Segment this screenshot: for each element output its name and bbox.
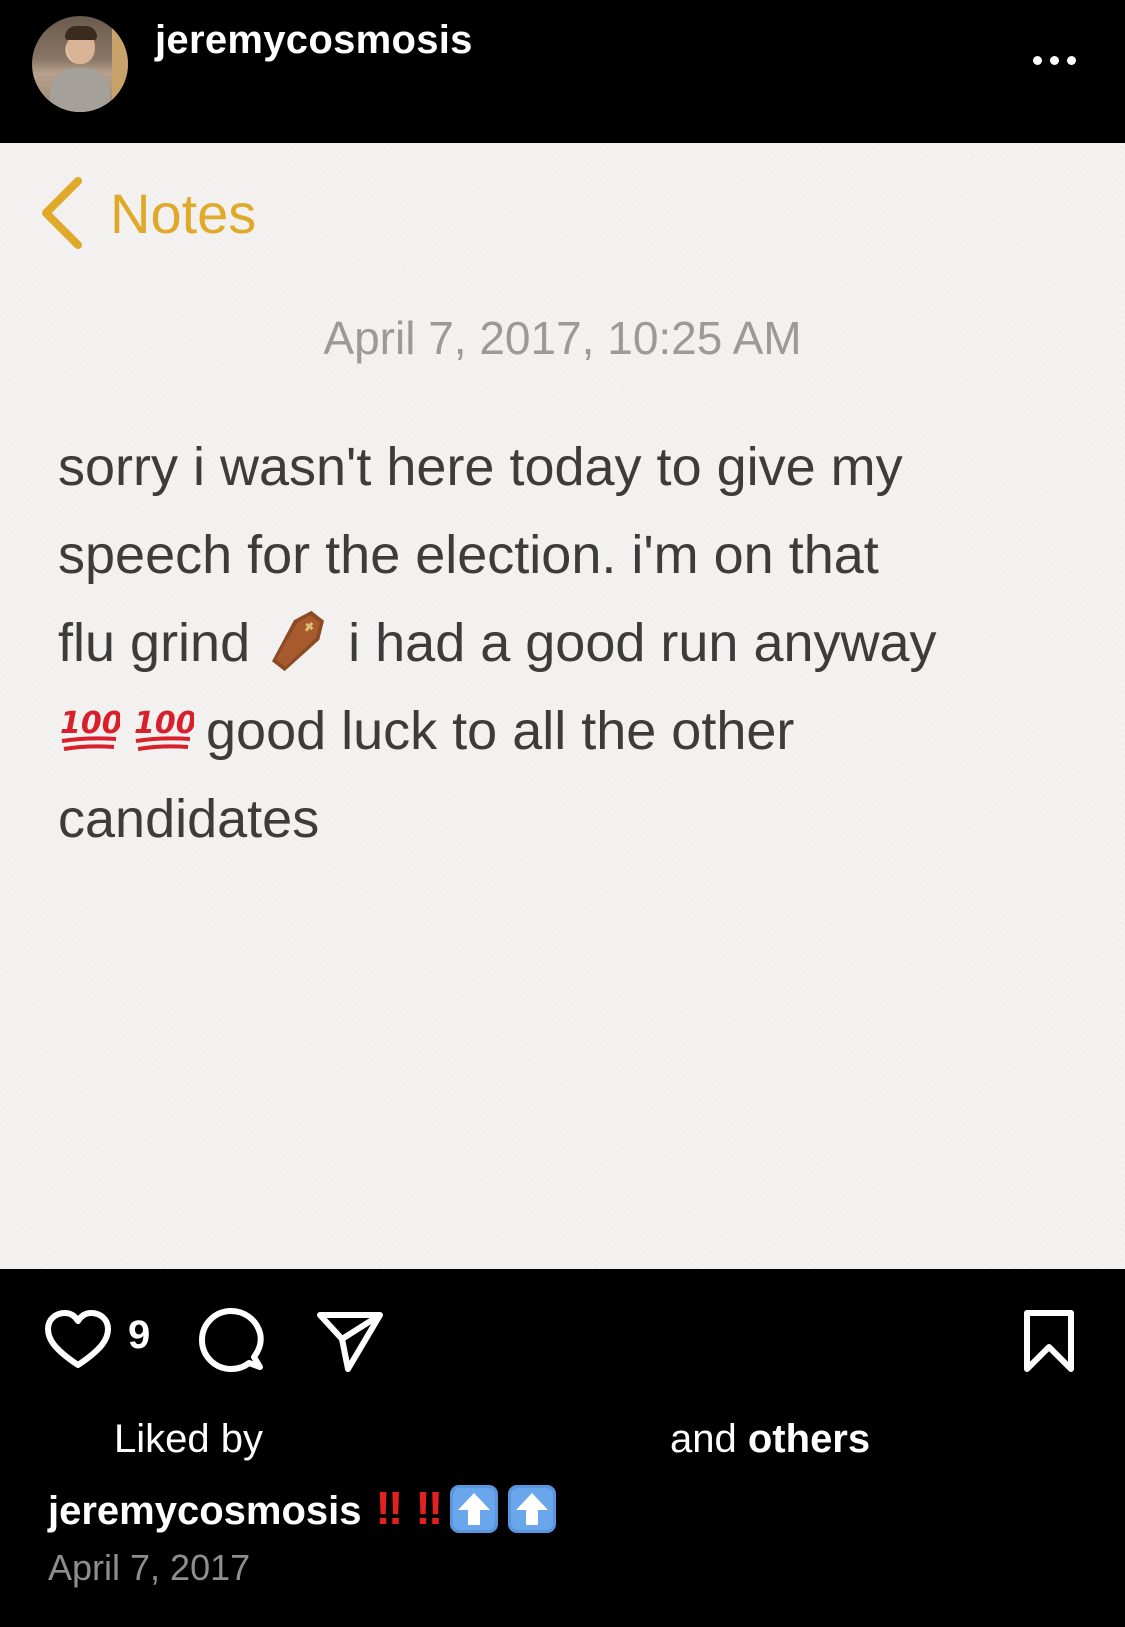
svg-text:100: 100 [134, 706, 194, 741]
post-header: jeremycosmosis [0, 0, 1125, 143]
note-line: candidates [58, 789, 320, 849]
svg-text:100: 100 [60, 706, 120, 741]
post-footer: 9 Liked by and others jeremycosmosis ‼ ‼ A… [0, 1269, 1125, 1627]
caption-username[interactable]: jeremycosmosis [48, 1489, 362, 1533]
hundred-points-icon: 100 [60, 706, 120, 751]
double-exclamation-mark: ‼ [415, 1482, 443, 1534]
notes-back-label[interactable]: Notes [110, 181, 256, 246]
note-line-with-emoji: flu grind i had a good run anyway [58, 599, 1068, 687]
note-line-with-emoji: 100 100 good luck to all the other [58, 687, 1068, 775]
others-word: others [747, 1417, 871, 1461]
chevron-left-icon[interactable] [38, 175, 84, 251]
heart-icon[interactable] [44, 1309, 112, 1371]
caption: jeremycosmosis ‼ ‼ [48, 1481, 557, 1535]
note-line: sorry i wasn't here today to give my [58, 437, 903, 497]
send-icon[interactable] [316, 1309, 384, 1373]
note-text-segment: flu grind [58, 613, 251, 673]
post-date: April 7, 2017 [48, 1547, 251, 1588]
like-count[interactable]: 9 [128, 1313, 150, 1358]
note-date: April 7, 2017, 10:25 AM [323, 312, 802, 364]
avatar[interactable] [32, 16, 128, 112]
liked-by-label: Liked by [114, 1417, 263, 1461]
post-username[interactable]: jeremycosmosis [155, 18, 473, 63]
up-arrow-icon [450, 1485, 499, 1533]
hundred-points-icon: 100 [134, 706, 194, 751]
double-exclamation-mark: ‼ [375, 1482, 404, 1534]
and-word: and [670, 1417, 737, 1461]
note-text-segment: good luck to all the other [206, 701, 795, 761]
up-arrow-icon [508, 1485, 557, 1533]
note-text-segment: i had a good run anyway [348, 613, 937, 673]
comment-icon[interactable] [198, 1307, 264, 1373]
post-image-note: Notes April 7, 2017, 10:25 AM sorry i wa… [0, 143, 1125, 1269]
note-line: speech for the election. i'm on that [58, 525, 879, 585]
redacted-names [290, 1421, 630, 1469]
note-text: sorry i wasn't here today to give my spe… [58, 423, 1068, 863]
more-horizontal-icon[interactable] [1033, 52, 1087, 70]
and-others-label[interactable]: and others [670, 1417, 870, 1462]
bookmark-icon[interactable] [1022, 1309, 1076, 1373]
coffin-icon [272, 610, 325, 671]
